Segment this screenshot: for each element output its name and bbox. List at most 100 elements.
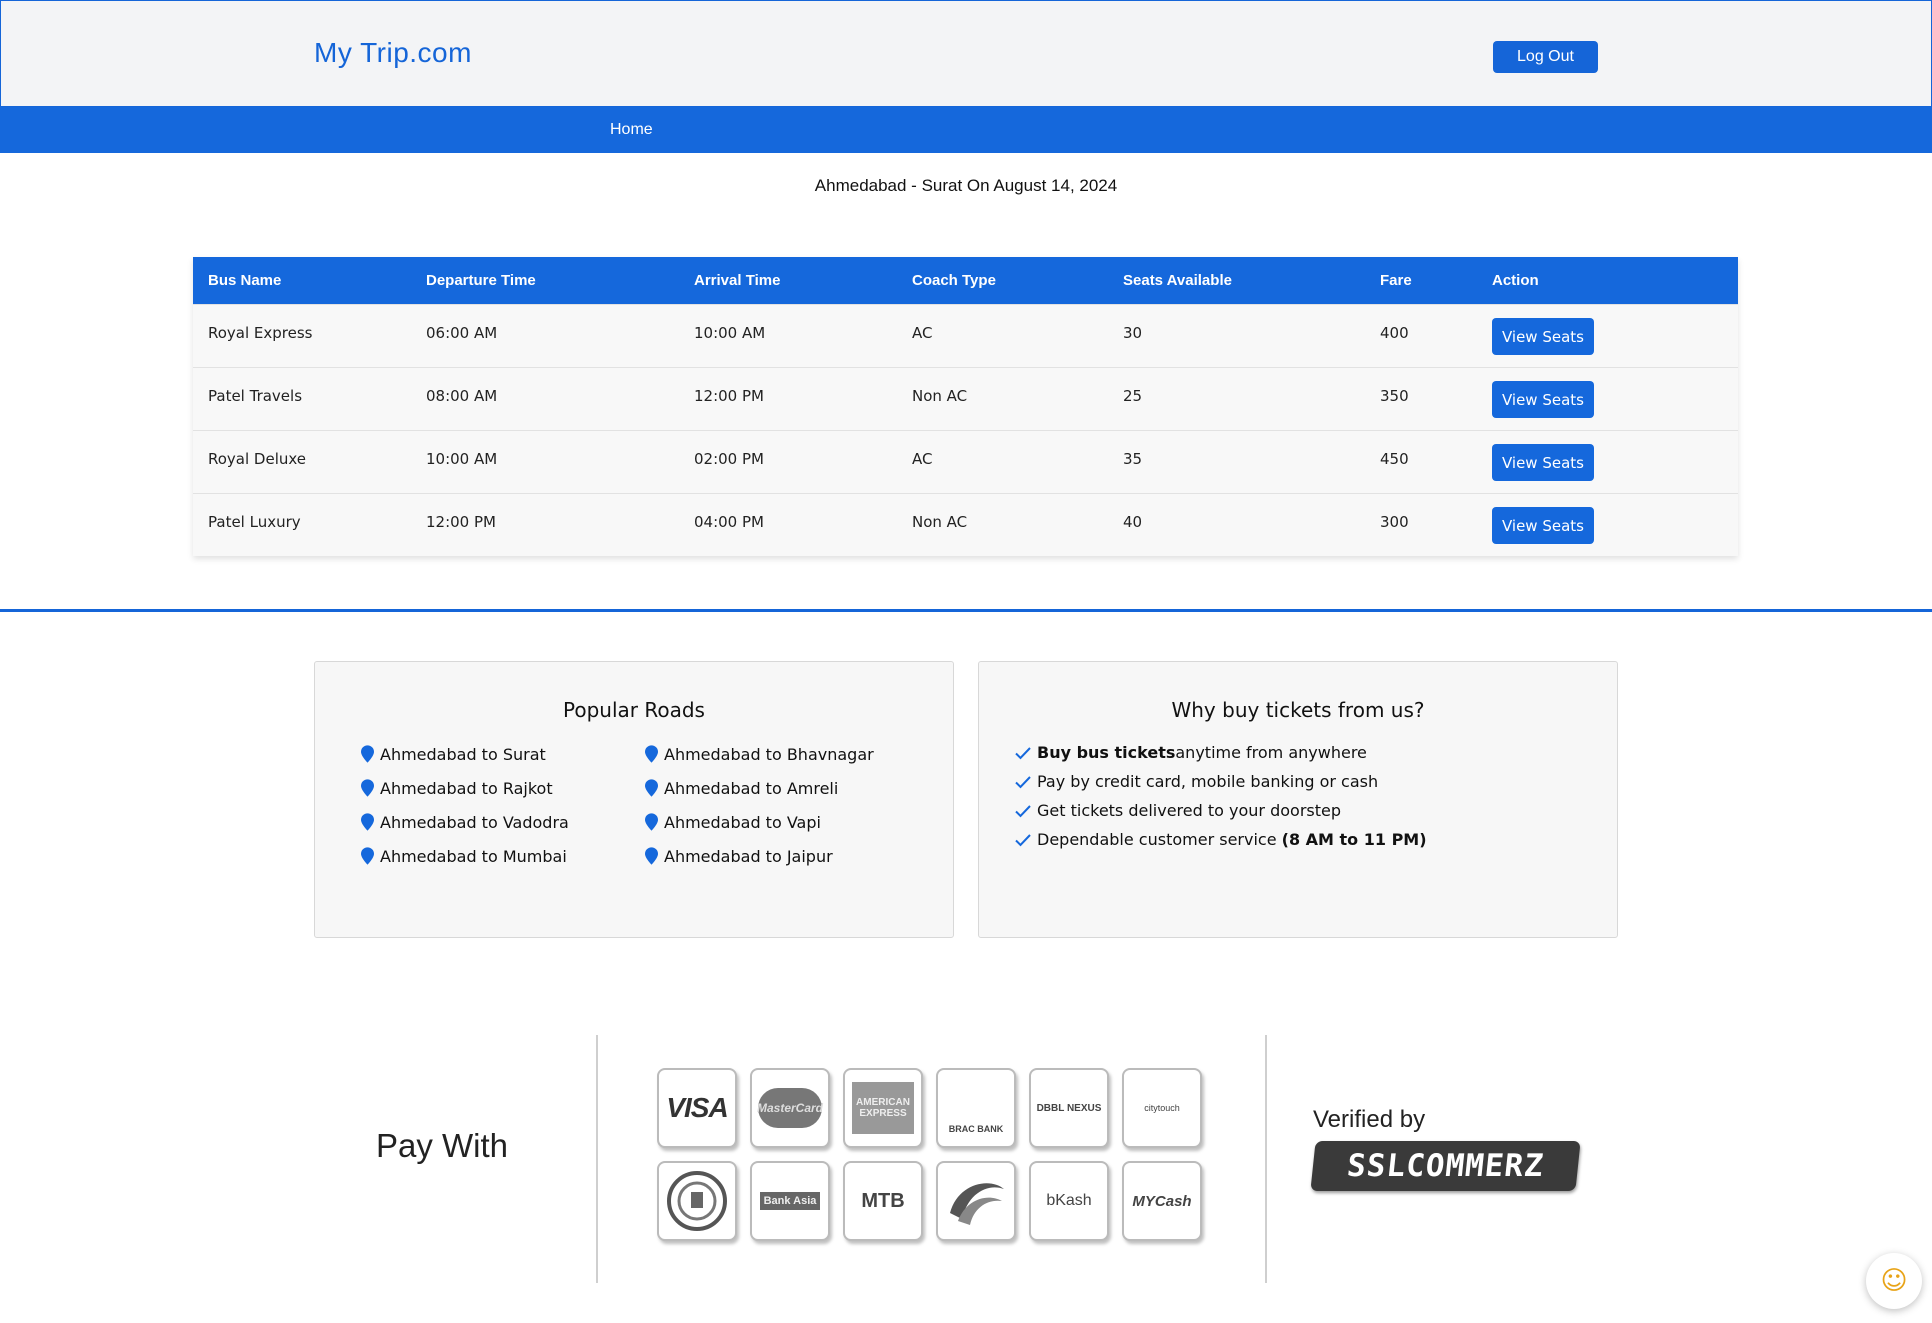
nav-home-link[interactable]: Home [610,121,653,139]
bus-table: Bus Name Departure Time Arrival Time Coa… [193,257,1738,556]
amex-label: AMERICAN EXPRESS [852,1082,914,1134]
verified-by-label: Verified by [1313,1106,1426,1133]
coach-cell: Non AC [912,513,968,531]
popular-roads-list: Ahmedabad to Surat Ahmedabad to Bhavnaga… [361,744,921,866]
map-pin-icon [645,847,658,865]
bus-name-cell: Royal Deluxe [208,450,307,468]
action-cell: View Seats [1492,305,1692,355]
logout-button[interactable]: Log Out [1493,41,1598,73]
seats-cell: 30 [1123,324,1143,342]
route-title: Ahmedabad - Surat On August 14, 2024 [814,176,1118,195]
road-label: Ahmedabad to Rajkot [380,778,553,798]
bank-emblem-logo [657,1161,737,1241]
road-link[interactable]: Ahmedabad to Amreli [645,778,921,798]
arrival-cell: 12:00 PM [694,387,764,405]
col-header-fare: Fare [1380,272,1412,289]
action-cell: View Seats [1492,368,1692,418]
brand-logo[interactable]: My Trip.com [314,37,472,69]
seats-cell: 40 [1123,513,1143,531]
col-header-bus-name: Bus Name [208,272,282,289]
bank-asia-logo: Bank Asia [750,1161,830,1241]
road-link[interactable]: Ahmedabad to Jaipur [645,846,921,866]
road-label: Ahmedabad to Vapi [664,812,821,832]
table-row: Royal Express 06:00 AM 10:00 AM AC 30 40… [193,304,1738,367]
reason-text: Get tickets delivered to your doorstep [1037,801,1341,820]
road-label: Ahmedabad to Jaipur [664,846,833,866]
departure-cell: 12:00 PM [426,513,496,531]
emblem-icon [667,1171,727,1231]
section-divider [0,609,1932,612]
main-nav: Home [0,107,1932,153]
view-seats-button[interactable]: View Seats [1492,507,1594,544]
checkmark-icon [1015,833,1031,846]
reason-item: Buy bus tickets anytime from anywhere [1015,738,1427,767]
road-link[interactable]: Ahmedabad to Surat [361,744,645,764]
map-pin-icon [645,813,658,831]
map-pin-icon [361,813,374,831]
visa-logo: VISA [657,1068,737,1148]
road-link[interactable]: Ahmedabad to Bhavnagar [645,744,921,764]
road-label: Ahmedabad to Surat [380,744,546,764]
map-pin-icon [361,745,374,763]
action-cell: View Seats [1492,431,1692,481]
dbbl-nexus-logo: DBBL NEXUS [1029,1068,1109,1148]
reason-text: anytime from anywhere [1175,743,1367,762]
reason-bold: (8 AM to 11 PM) [1281,830,1427,849]
bus-name-cell: Patel Luxury [208,513,301,531]
road-label: Ahmedabad to Mumbai [380,846,567,866]
citytouch-logo: citytouch [1122,1068,1202,1148]
mycash-logo: MYCash [1122,1161,1202,1241]
why-buy-list: Buy bus tickets anytime from anywhere Pa… [1015,738,1427,854]
arrival-cell: 02:00 PM [694,450,764,468]
fare-cell: 350 [1380,387,1409,405]
departure-cell: 10:00 AM [426,450,498,468]
view-seats-button[interactable]: View Seats [1492,381,1594,418]
popular-roads-title: Popular Roads [563,698,705,722]
coach-cell: AC [912,324,933,342]
why-buy-title: Why buy tickets from us? [1171,698,1425,722]
reason-text: Pay by credit card, mobile banking or ca… [1037,772,1379,791]
sslcommerz-logo: SSLCOMMERZ [1310,1141,1581,1191]
checkmark-icon [1015,804,1031,817]
bank-asia-label: Bank Asia [759,1192,821,1210]
view-seats-button[interactable]: View Seats [1492,318,1594,355]
fare-cell: 450 [1380,450,1409,468]
action-cell: View Seats [1492,494,1692,544]
payment-divider [1265,1035,1267,1283]
col-header-departure: Departure Time [426,272,536,289]
table-row: Patel Travels 08:00 AM 12:00 PM Non AC 2… [193,367,1738,430]
checkmark-icon [1015,746,1031,759]
mtb-logo: MTB [843,1161,923,1241]
reason-item: Pay by credit card, mobile banking or ca… [1015,767,1427,796]
arrival-cell: 10:00 AM [694,324,766,342]
road-link[interactable]: Ahmedabad to Vapi [645,812,921,832]
coach-cell: Non AC [912,387,968,405]
site-header: My Trip.com Log Out [0,0,1932,107]
view-seats-button[interactable]: View Seats [1492,444,1594,481]
coach-cell: AC [912,450,933,468]
pay-with-label: Pay With [376,1127,509,1164]
bus-name-cell: Patel Travels [208,387,303,405]
departure-cell: 08:00 AM [426,387,498,405]
why-buy-card: Why buy tickets from us? Buy bus tickets… [978,661,1618,938]
fare-cell: 300 [1380,513,1409,531]
rocket-swoosh-icon [950,1183,1004,1225]
road-link[interactable]: Ahmedabad to Mumbai [361,846,645,866]
table-row: Royal Deluxe 10:00 AM 02:00 PM AC 35 450… [193,430,1738,493]
fare-cell: 400 [1380,324,1409,342]
chat-widget-icon[interactable]: ☺ [1866,1253,1922,1309]
arrival-cell: 04:00 PM [694,513,764,531]
reason-item: Get tickets delivered to your doorstep [1015,796,1427,825]
bkash-logo: bKash [1029,1161,1109,1241]
reason-item: Dependable customer service (8 AM to 11 … [1015,825,1427,854]
checkmark-icon [1015,775,1031,788]
rocket-logo [936,1161,1016,1241]
road-link[interactable]: Ahmedabad to Rajkot [361,778,645,798]
map-pin-icon [645,745,658,763]
road-link[interactable]: Ahmedabad to Vadodra [361,812,645,832]
bus-name-cell: Royal Express [208,324,313,342]
col-header-action: Action [1492,272,1539,289]
departure-cell: 06:00 AM [426,324,498,342]
road-label: Ahmedabad to Amreli [664,778,839,798]
payment-divider [596,1035,598,1283]
